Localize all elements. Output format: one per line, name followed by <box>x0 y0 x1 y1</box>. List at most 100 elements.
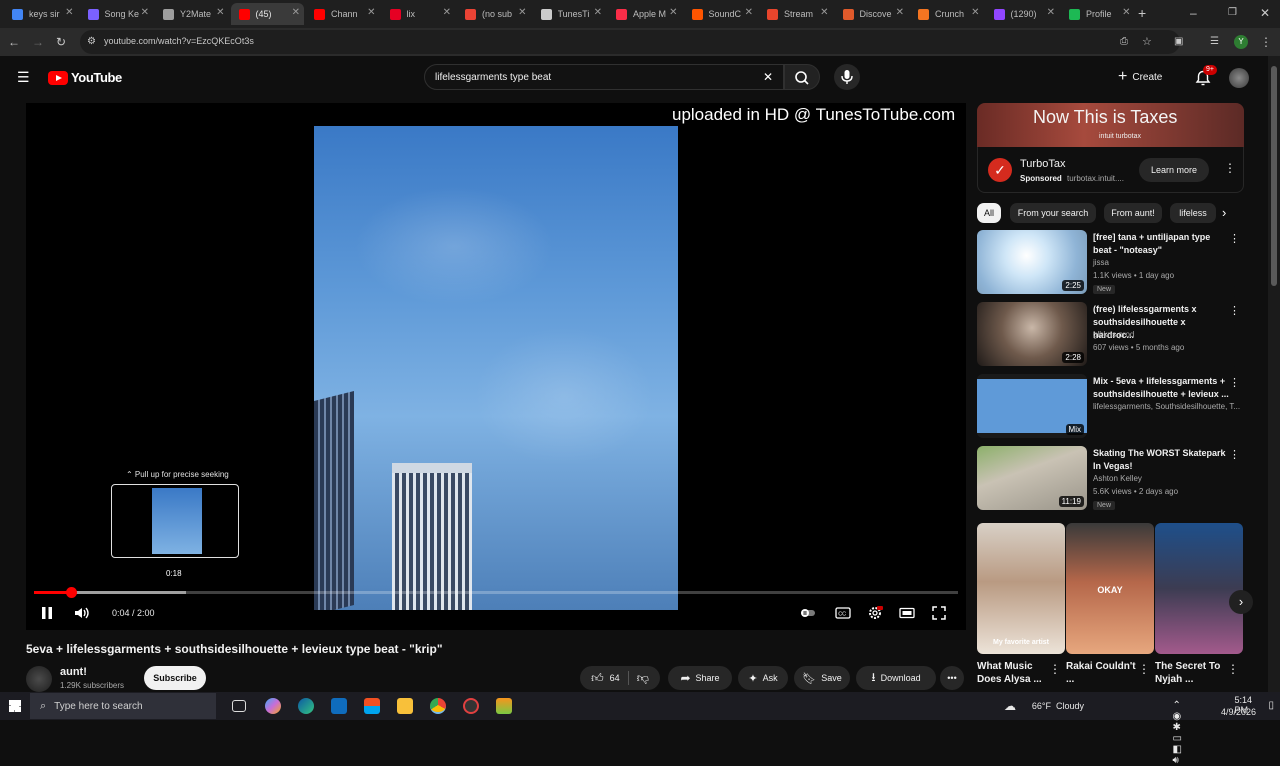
tab-close-icon[interactable]: ✕ <box>971 7 979 18</box>
ad-card[interactable]: ✓ TurboTax Sponsored turbotax.intuit....… <box>977 147 1244 193</box>
recommendation-channel[interactable]: jissa <box>1093 258 1109 267</box>
recommendation-title[interactable]: [free] tana + untiljapan type beat - "no… <box>1093 231 1229 257</box>
reload-icon[interactable]: ↻ <box>56 35 66 49</box>
extensions-icon[interactable]: ☰ <box>1210 35 1219 49</box>
browser-tab[interactable]: Profile ✕ <box>1061 3 1135 25</box>
browser-tab[interactable]: Chann ✕ <box>306 3 380 25</box>
recommendation-item[interactable]: Mix Mix - 5eva + lifelessgarments + south… <box>977 374 1244 438</box>
weather-text[interactable]: 66°F Cloudy <box>1032 701 1084 711</box>
subscribe-button[interactable]: Subscribe <box>144 666 206 690</box>
filter-chip[interactable]: All <box>977 203 1001 223</box>
filter-chip[interactable]: lifeless <box>1170 203 1216 223</box>
tab-close-icon[interactable]: ✕ <box>367 7 375 18</box>
recommendation-channel[interactable]: Ashton Kelley <box>1093 474 1142 483</box>
url-text[interactable]: youtube.com/watch?v=EzcQKEcOt3s <box>104 36 254 46</box>
share-button[interactable]: ➦ Share <box>668 666 732 690</box>
video-player[interactable]: uploaded in HD @ TunesToTube.com ⌃ Pull … <box>26 103 966 630</box>
recommendation-item[interactable]: 11:19 Skating The WORST Skatepark In Vega… <box>977 446 1244 510</box>
tab-close-icon[interactable]: ✕ <box>216 7 224 18</box>
more-options-icon[interactable]: ⋮ <box>1229 304 1240 317</box>
app-taskbar-icon[interactable] <box>463 698 479 714</box>
forward-icon[interactable]: → <box>32 35 44 49</box>
notifications-button[interactable]: 9+ <box>1193 65 1217 88</box>
more-options-icon[interactable]: ⋮ <box>1138 662 1150 676</box>
browser-tab[interactable]: (no sub ✕ <box>457 3 531 25</box>
volume-button[interactable] <box>74 606 90 623</box>
outlook-icon[interactable] <box>331 698 347 714</box>
more-actions-button[interactable]: ••• <box>940 666 964 690</box>
short-title[interactable]: What Music Does Alysa ... <box>977 660 1047 686</box>
browser-tab[interactable]: SoundC ✕ <box>684 3 758 25</box>
fullscreen-button[interactable] <box>932 606 946 623</box>
save-button[interactable]: 🔖︎ Save <box>794 666 850 690</box>
video-thumbnail[interactable]: 11:19 <box>977 446 1087 510</box>
account-avatar[interactable] <box>1229 68 1249 88</box>
tab-close-icon[interactable]: ✕ <box>594 7 602 18</box>
windows-start-icon[interactable] <box>9 700 21 712</box>
omnibox[interactable]: ⚙ youtube.com/watch?v=EzcQKEcOt3s ⎙ ☆ <box>80 30 1180 54</box>
minimize-icon[interactable]: – <box>1190 6 1197 20</box>
recommendation-channel[interactable]: glbkns prod <box>1093 330 1134 339</box>
tab-close-icon[interactable]: ✕ <box>669 7 677 18</box>
tab-close-icon[interactable]: ✕ <box>141 7 149 18</box>
ad-banner[interactable]: Now This is Taxes intuit turbotax <box>977 103 1244 147</box>
progress-bar[interactable] <box>34 587 958 598</box>
site-info-icon[interactable]: ⚙ <box>87 35 96 49</box>
new-tab-button[interactable]: + <box>1138 6 1146 20</box>
autoplay-toggle[interactable] <box>800 606 816 623</box>
more-options-icon[interactable]: ⋮ <box>1229 232 1240 245</box>
tray-icons[interactable]: ⌃ ◉ ✱ ▭ ◧ 🔊︎ <box>1173 700 1188 766</box>
scrollbar-thumb[interactable] <box>1271 66 1277 286</box>
short-thumbnail[interactable]: OKAY <box>1066 523 1154 654</box>
search-box[interactable]: lifelessgarments type beat ✕ <box>424 64 784 90</box>
ad-menu-icon[interactable]: ⋮ <box>1224 161 1236 175</box>
short-thumbnail[interactable]: My favorite artist <box>977 523 1065 654</box>
hamburger-menu-icon[interactable]: ☰ <box>17 70 30 84</box>
bookmark-star-icon[interactable]: ☆ <box>1142 35 1152 49</box>
browser-tab[interactable]: Y2Mate ✕ <box>155 3 229 25</box>
theater-mode-button[interactable] <box>899 606 915 623</box>
browser-tab[interactable]: keys sir ✕ <box>4 3 78 25</box>
search-button[interactable] <box>784 64 820 90</box>
tab-close-icon[interactable]: ✕ <box>896 7 904 18</box>
tab-close-icon[interactable]: ✕ <box>1047 7 1055 18</box>
pause-button[interactable] <box>40 606 54 623</box>
tab-close-icon[interactable]: ✕ <box>1122 7 1130 18</box>
voice-search-button[interactable] <box>834 64 860 90</box>
fl-studio-icon[interactable] <box>496 698 512 714</box>
recommendation-item[interactable]: 2:28 (free) lifelessgarments x southsides… <box>977 302 1244 366</box>
browser-tab[interactable]: (45) ✕ <box>230 3 304 25</box>
video-thumbnail[interactable]: 2:28 <box>977 302 1087 366</box>
store-icon[interactable] <box>364 698 380 714</box>
clock-date[interactable]: 4/9/2026 <box>1221 707 1256 717</box>
side-panel-icon[interactable]: ▣ <box>1174 35 1183 49</box>
tab-close-icon[interactable]: ✕ <box>518 7 526 18</box>
browser-tab[interactable]: Discove ✕ <box>835 3 909 25</box>
short-title[interactable]: Rakai Couldn't ... <box>1066 660 1136 686</box>
video-thumbnail[interactable]: Mix <box>977 374 1087 438</box>
browser-tab[interactable]: lix ✕ <box>382 3 456 25</box>
channel-name[interactable]: aunt! <box>60 666 87 678</box>
back-icon[interactable]: ← <box>8 35 20 49</box>
task-view-icon[interactable] <box>232 700 246 712</box>
taskbar-search-box[interactable]: ⌕ Type here to search <box>30 693 216 719</box>
tab-close-icon[interactable]: ✕ <box>65 7 73 18</box>
browser-tab[interactable]: Stream ✕ <box>759 3 833 25</box>
scrubber-handle[interactable] <box>65 587 77 598</box>
clear-search-icon[interactable]: ✕ <box>763 70 773 84</box>
copilot-icon[interactable] <box>265 698 281 714</box>
more-options-icon[interactable]: ⋮ <box>1227 662 1239 676</box>
video-thumbnail[interactable]: 2:25 <box>977 230 1087 294</box>
chips-next-icon[interactable]: › <box>1222 205 1226 220</box>
ask-button[interactable]: ✦ Ask <box>738 666 788 690</box>
page-scrollbar[interactable] <box>1268 56 1280 692</box>
recommendation-title[interactable]: Mix - 5eva + lifelessgarments + southsid… <box>1093 375 1229 401</box>
more-options-icon[interactable]: ⋮ <box>1229 448 1240 461</box>
profile-avatar[interactable]: Y <box>1234 35 1248 49</box>
file-explorer-icon[interactable] <box>397 698 413 714</box>
more-options-icon[interactable]: ⋮ <box>1049 662 1061 676</box>
learn-more-button[interactable]: Learn more <box>1139 158 1209 182</box>
notification-center-icon[interactable]: ▯ <box>1268 700 1274 711</box>
browser-tab[interactable]: Apple M ✕ <box>608 3 682 25</box>
search-input[interactable]: lifelessgarments type beat <box>435 72 551 83</box>
